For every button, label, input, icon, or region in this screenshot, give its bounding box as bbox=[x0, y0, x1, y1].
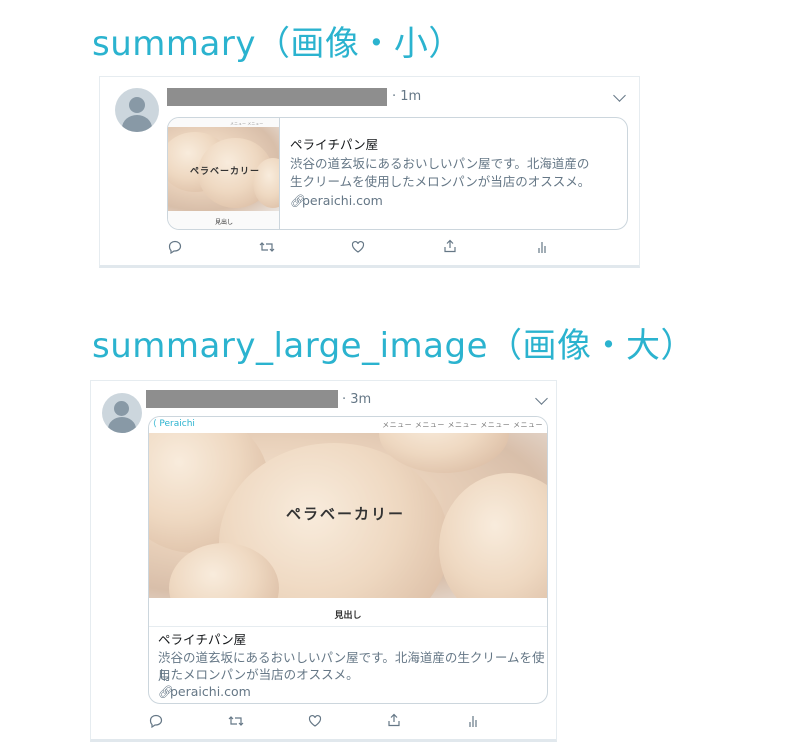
redacted-username bbox=[146, 390, 338, 408]
peraichi-logo-icon: ⟨ bbox=[153, 419, 157, 429]
card-image: ペラベーカリー bbox=[149, 433, 547, 598]
analytics-icon[interactable] bbox=[466, 714, 480, 728]
reply-icon[interactable] bbox=[168, 240, 182, 254]
link-card-large[interactable]: ⟨ Peraichi メニュー メニュー メニュー メニュー メニュー ペラベー… bbox=[148, 416, 548, 704]
chevron-down-icon[interactable] bbox=[535, 392, 548, 405]
brand-logo: ⟨ Peraichi bbox=[153, 419, 195, 429]
tweet-summary[interactable]: · 1m メニュー メニュー ペラベーカリー 見出し ペライチパン屋 渋谷の道玄… bbox=[99, 76, 640, 268]
link-icon: 🔗︎ bbox=[158, 684, 174, 699]
image-heading: 見出し bbox=[334, 611, 362, 621]
card-description-line2: 生クリームを使用したメロンパンが当店のオススメ。 bbox=[290, 174, 591, 189]
section-heading-summary-large-image: summary_large_image（画像・大） bbox=[92, 326, 696, 366]
link-icon: 🔗︎ bbox=[290, 193, 306, 208]
tweet-timestamp[interactable]: · 3m bbox=[342, 392, 371, 407]
tweet-timestamp[interactable]: · 1m bbox=[392, 89, 421, 104]
thumb-title: ペラベーカリー bbox=[190, 167, 261, 177]
like-icon[interactable] bbox=[351, 240, 365, 254]
tweet-summary-large-image[interactable]: · 3m ⟨ Peraichi メニュー メニュー メニュー メニュー メニュー… bbox=[90, 380, 557, 742]
card-domain-row: 🔗︎peraichi.com bbox=[290, 192, 383, 210]
brand-name: Peraichi bbox=[159, 419, 195, 429]
redacted-username bbox=[167, 88, 387, 106]
card-domain: peraichi.com bbox=[170, 684, 251, 699]
chevron-down-icon[interactable] bbox=[613, 89, 626, 102]
site-menus: メニュー メニュー メニュー メニュー メニュー bbox=[382, 421, 543, 429]
card-domain-row: 🔗︎peraichi.com bbox=[158, 683, 251, 701]
retweet-icon[interactable] bbox=[259, 240, 275, 254]
card-title: ペライチパン屋 bbox=[158, 632, 247, 647]
analytics-icon[interactable] bbox=[535, 240, 549, 254]
section-heading-summary: summary（画像・小） bbox=[92, 24, 463, 64]
card-description-line2: したメロンパンが当店のオススメ。 bbox=[158, 667, 359, 682]
card-title: ペライチパン屋 bbox=[290, 137, 379, 152]
thumb-heading: 見出し bbox=[215, 219, 234, 226]
link-card[interactable]: メニュー メニュー ペラベーカリー 見出し ペライチパン屋 渋谷の道玄坂にあるお… bbox=[167, 117, 628, 230]
avatar[interactable] bbox=[102, 393, 142, 433]
site-header: ⟨ Peraichi メニュー メニュー メニュー メニュー メニュー bbox=[149, 417, 547, 433]
image-heading-bar: 見出し bbox=[149, 598, 547, 627]
share-icon[interactable] bbox=[387, 713, 401, 727]
card-description-line1: 渋谷の道玄坂にあるおいしいパン屋です。北海道産の bbox=[290, 156, 590, 171]
retweet-icon[interactable] bbox=[228, 714, 244, 728]
avatar[interactable] bbox=[115, 88, 159, 132]
share-icon[interactable] bbox=[443, 239, 457, 253]
card-thumbnail: メニュー メニュー ペラベーカリー 見出し bbox=[168, 118, 280, 229]
image-title: ペラベーカリー bbox=[286, 505, 406, 523]
like-icon[interactable] bbox=[308, 714, 322, 728]
reply-icon[interactable] bbox=[149, 714, 163, 728]
card-domain: peraichi.com bbox=[302, 193, 383, 208]
